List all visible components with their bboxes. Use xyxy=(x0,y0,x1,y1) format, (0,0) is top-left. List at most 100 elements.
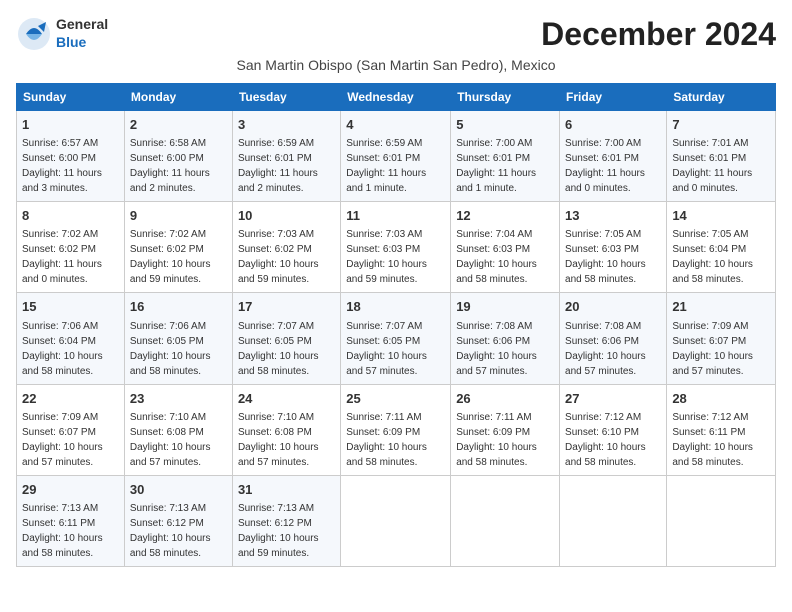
calendar-week-row: 15 Sunrise: 7:06 AMSunset: 6:04 PMDayligh… xyxy=(17,293,776,384)
calendar-cell xyxy=(667,475,776,566)
calendar-cell: 6 Sunrise: 7:00 AMSunset: 6:01 PMDaylight… xyxy=(560,111,667,202)
day-number: 17 xyxy=(238,298,335,316)
calendar-cell: 5Sunrise: 7:00 AMSunset: 6:01 PMDaylight… xyxy=(451,111,560,202)
calendar-cell: 26Sunrise: 7:11 AMSunset: 6:09 PMDayligh… xyxy=(451,384,560,475)
day-number: 1 xyxy=(22,116,119,134)
day-info: Sunrise: 7:03 AMSunset: 6:03 PMDaylight:… xyxy=(346,229,427,285)
day-info: Sunrise: 7:11 AMSunset: 6:09 PMDaylight:… xyxy=(346,412,427,468)
day-number: 21 xyxy=(672,298,770,316)
calendar-cell xyxy=(451,475,560,566)
calendar-cell: 29 Sunrise: 7:13 AMSunset: 6:11 PMDayligh… xyxy=(17,475,125,566)
day-info: Sunrise: 7:03 AMSunset: 6:02 PMDaylight:… xyxy=(238,229,319,285)
day-info: Sunrise: 7:06 AMSunset: 6:04 PMDaylight:… xyxy=(22,321,103,377)
logo-icon xyxy=(16,16,52,52)
day-number: 29 xyxy=(22,481,119,499)
calendar-header-row: SundayMondayTuesdayWednesdayThursdayFrid… xyxy=(17,84,776,111)
calendar-cell: 14 Sunrise: 7:05 AMSunset: 6:04 PMDayligh… xyxy=(667,202,776,293)
calendar-cell: 23 Sunrise: 7:10 AMSunset: 6:08 PMDayligh… xyxy=(124,384,232,475)
calendar-cell: 28 Sunrise: 7:12 AMSunset: 6:11 PMDayligh… xyxy=(667,384,776,475)
day-info: Sunrise: 7:05 AMSunset: 6:03 PMDaylight:… xyxy=(565,229,646,285)
day-number: 23 xyxy=(130,390,227,408)
day-number: 18 xyxy=(346,298,445,316)
calendar-week-row: 22Sunrise: 7:09 AMSunset: 6:07 PMDayligh… xyxy=(17,384,776,475)
calendar-table: SundayMondayTuesdayWednesdayThursdayFrid… xyxy=(16,83,776,567)
day-info: Sunrise: 7:13 AMSunset: 6:11 PMDaylight:… xyxy=(22,503,103,559)
calendar-cell: 1 Sunrise: 6:57 AMSunset: 6:00 PMDaylight… xyxy=(17,111,125,202)
day-number: 19 xyxy=(456,298,554,316)
day-info: Sunrise: 6:58 AMSunset: 6:00 PMDaylight:… xyxy=(130,138,210,194)
day-number: 6 xyxy=(565,116,661,134)
weekday-header: Saturday xyxy=(667,84,776,111)
day-info: Sunrise: 7:12 AMSunset: 6:10 PMDaylight:… xyxy=(565,412,646,468)
weekday-header: Friday xyxy=(560,84,667,111)
calendar-cell: 10 Sunrise: 7:03 AMSunset: 6:02 PMDayligh… xyxy=(232,202,340,293)
weekday-header: Tuesday xyxy=(232,84,340,111)
day-info: Sunrise: 7:00 AMSunset: 6:01 PMDaylight:… xyxy=(565,138,645,194)
day-number: 11 xyxy=(346,207,445,225)
day-number: 20 xyxy=(565,298,661,316)
day-info: Sunrise: 7:09 AMSunset: 6:07 PMDaylight:… xyxy=(672,321,753,377)
day-info: Sunrise: 7:08 AMSunset: 6:06 PMDaylight:… xyxy=(565,321,646,377)
calendar-cell: 8 Sunrise: 7:02 AMSunset: 6:02 PMDaylight… xyxy=(17,202,125,293)
calendar-cell: 20 Sunrise: 7:08 AMSunset: 6:06 PMDayligh… xyxy=(560,293,667,384)
day-info: Sunrise: 7:07 AMSunset: 6:05 PMDaylight:… xyxy=(346,321,427,377)
day-number: 12 xyxy=(456,207,554,225)
day-info: Sunrise: 6:57 AMSunset: 6:00 PMDaylight:… xyxy=(22,138,102,194)
page-title: December 2024 xyxy=(541,16,776,53)
calendar-cell: 12 Sunrise: 7:04 AMSunset: 6:03 PMDayligh… xyxy=(451,202,560,293)
day-info: Sunrise: 7:08 AMSunset: 6:06 PMDaylight:… xyxy=(456,321,537,377)
day-number: 30 xyxy=(130,481,227,499)
day-info: Sunrise: 7:02 AMSunset: 6:02 PMDaylight:… xyxy=(22,229,102,285)
calendar-cell: 30 Sunrise: 7:13 AMSunset: 6:12 PMDayligh… xyxy=(124,475,232,566)
day-info: Sunrise: 7:12 AMSunset: 6:11 PMDaylight:… xyxy=(672,412,753,468)
logo: General Blue xyxy=(16,16,108,52)
weekday-header: Monday xyxy=(124,84,232,111)
calendar-cell xyxy=(341,475,451,566)
calendar-cell xyxy=(560,475,667,566)
day-info: Sunrise: 7:02 AMSunset: 6:02 PMDaylight:… xyxy=(130,229,211,285)
day-number: 5 xyxy=(456,116,554,134)
day-number: 25 xyxy=(346,390,445,408)
calendar-cell: 15 Sunrise: 7:06 AMSunset: 6:04 PMDayligh… xyxy=(17,293,125,384)
day-number: 7 xyxy=(672,116,770,134)
day-info: Sunrise: 7:13 AMSunset: 6:12 PMDaylight:… xyxy=(130,503,211,559)
day-number: 10 xyxy=(238,207,335,225)
calendar-week-row: 1 Sunrise: 6:57 AMSunset: 6:00 PMDaylight… xyxy=(17,111,776,202)
day-number: 16 xyxy=(130,298,227,316)
day-info: Sunrise: 6:59 AMSunset: 6:01 PMDaylight:… xyxy=(238,138,318,194)
calendar-cell: 4 Sunrise: 6:59 AMSunset: 6:01 PMDaylight… xyxy=(341,111,451,202)
calendar-cell: 3Sunrise: 6:59 AMSunset: 6:01 PMDaylight… xyxy=(232,111,340,202)
subtitle: San Martin Obispo (San Martin San Pedro)… xyxy=(16,57,776,73)
calendar-cell: 24Sunrise: 7:10 AMSunset: 6:08 PMDayligh… xyxy=(232,384,340,475)
day-info: Sunrise: 7:05 AMSunset: 6:04 PMDaylight:… xyxy=(672,229,753,285)
calendar-cell: 19 Sunrise: 7:08 AMSunset: 6:06 PMDayligh… xyxy=(451,293,560,384)
day-number: 2 xyxy=(130,116,227,134)
logo-text-general: General xyxy=(56,16,108,32)
day-info: Sunrise: 7:06 AMSunset: 6:05 PMDaylight:… xyxy=(130,321,211,377)
day-number: 13 xyxy=(565,207,661,225)
weekday-header: Sunday xyxy=(17,84,125,111)
day-info: Sunrise: 7:04 AMSunset: 6:03 PMDaylight:… xyxy=(456,229,537,285)
calendar-week-row: 8 Sunrise: 7:02 AMSunset: 6:02 PMDaylight… xyxy=(17,202,776,293)
day-info: Sunrise: 6:59 AMSunset: 6:01 PMDaylight:… xyxy=(346,138,426,194)
day-number: 28 xyxy=(672,390,770,408)
day-number: 9 xyxy=(130,207,227,225)
weekday-header: Thursday xyxy=(451,84,560,111)
calendar-cell: 13 Sunrise: 7:05 AMSunset: 6:03 PMDayligh… xyxy=(560,202,667,293)
day-number: 8 xyxy=(22,207,119,225)
logo-text-blue: Blue xyxy=(56,34,86,50)
calendar-cell: 27Sunrise: 7:12 AMSunset: 6:10 PMDayligh… xyxy=(560,384,667,475)
calendar-week-row: 29 Sunrise: 7:13 AMSunset: 6:11 PMDayligh… xyxy=(17,475,776,566)
weekday-header: Wednesday xyxy=(341,84,451,111)
day-number: 15 xyxy=(22,298,119,316)
day-info: Sunrise: 7:11 AMSunset: 6:09 PMDaylight:… xyxy=(456,412,537,468)
day-info: Sunrise: 7:10 AMSunset: 6:08 PMDaylight:… xyxy=(130,412,211,468)
day-number: 22 xyxy=(22,390,119,408)
day-info: Sunrise: 7:10 AMSunset: 6:08 PMDaylight:… xyxy=(238,412,319,468)
day-number: 4 xyxy=(346,116,445,134)
day-number: 14 xyxy=(672,207,770,225)
calendar-cell: 22Sunrise: 7:09 AMSunset: 6:07 PMDayligh… xyxy=(17,384,125,475)
calendar-cell: 25 Sunrise: 7:11 AMSunset: 6:09 PMDayligh… xyxy=(341,384,451,475)
calendar-cell: 11 Sunrise: 7:03 AMSunset: 6:03 PMDayligh… xyxy=(341,202,451,293)
calendar-cell: 16 Sunrise: 7:06 AMSunset: 6:05 PMDayligh… xyxy=(124,293,232,384)
